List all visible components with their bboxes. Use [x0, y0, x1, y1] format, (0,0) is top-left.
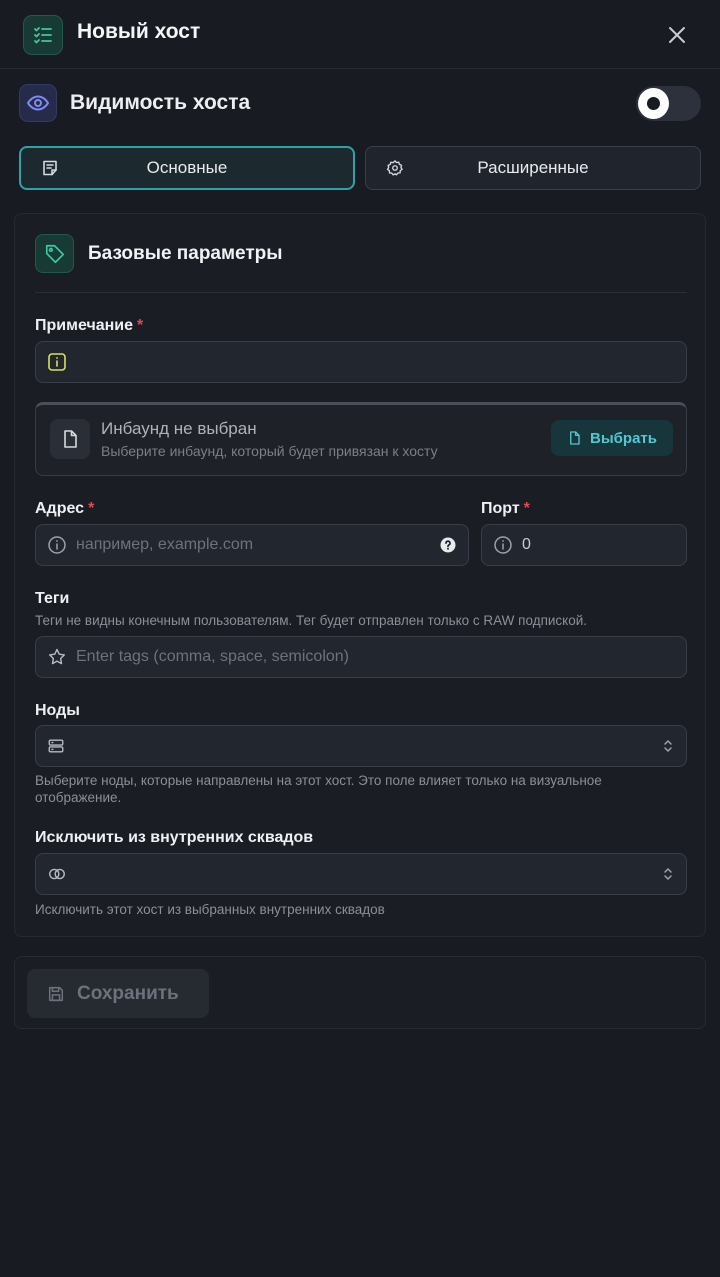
exclude-squads-hint: Исключить этот хост из выбранных внутрен… [35, 902, 385, 917]
toggle-knob [638, 88, 669, 119]
tags-placeholder: Enter tags (comma, space, semicolon) [76, 648, 349, 665]
help-icon[interactable] [440, 537, 456, 553]
address-label: Адрес * [35, 500, 95, 517]
nodes-label: Ноды [35, 702, 80, 719]
server-icon [47, 737, 65, 755]
modal-header: Новый хост [0, 0, 720, 69]
note-icon [41, 159, 59, 177]
tags-label: Теги [35, 590, 70, 607]
modal-title: Новый хост [77, 20, 201, 43]
remark-label: Примечание * [35, 317, 144, 334]
save-bar: Сохранить [14, 956, 706, 1029]
tags-input[interactable]: Enter tags (comma, space, semicolon) [35, 636, 687, 678]
info-circle-icon [47, 535, 67, 555]
required-mark: * [137, 317, 144, 334]
required-mark: * [523, 500, 530, 517]
select-inbound-label: Выбрать [590, 429, 657, 447]
floppy-icon [48, 986, 64, 1001]
star-icon [47, 647, 67, 667]
port-input[interactable]: 0 [481, 524, 687, 566]
card-title: Базовые параметры [88, 243, 283, 264]
nodes-select[interactable] [35, 725, 687, 767]
save-label: Сохранить [77, 982, 179, 1004]
exclude-squads-select[interactable] [35, 853, 687, 895]
select-inbound-button[interactable]: Выбрать [551, 420, 673, 456]
close-button[interactable] [662, 20, 692, 50]
port-label: Порт * [481, 500, 530, 517]
nodes-hint: Выберите ноды, которые направлены на это… [35, 773, 602, 805]
chevron-updown-icon [662, 866, 674, 882]
info-circle-icon [493, 535, 513, 555]
close-icon [669, 27, 685, 43]
file-icon [570, 431, 580, 445]
link-circles-icon [47, 866, 67, 882]
host-visibility-row: Видимость хоста [19, 83, 702, 123]
host-visibility-label: Видимость хоста [70, 91, 251, 114]
inbound-selector: Инбаунд не выбран Выберите инбаунд, кото… [35, 402, 687, 476]
tab-advanced-label: Расширенные [477, 158, 589, 177]
basic-params-card: Базовые параметры Примечание * Инбаунд не… [14, 213, 706, 937]
exclude-squads-label: Исключить из внутренних сквадов [35, 829, 314, 846]
inbound-status: Инбаунд не выбран [101, 419, 257, 438]
tab-basic-label: Основные [146, 158, 228, 177]
info-square-icon [47, 352, 67, 372]
host-visibility-toggle[interactable] [636, 86, 701, 121]
tab-advanced[interactable]: Расширенные [365, 146, 701, 190]
file-icon [50, 419, 90, 459]
eye-icon [19, 84, 57, 122]
address-input[interactable]: например, example.com [35, 524, 469, 566]
address-placeholder: например, example.com [76, 536, 254, 553]
port-value: 0 [522, 536, 531, 553]
tags-hint: Теги не видны конечным пользователям. Те… [35, 613, 588, 628]
checklist-icon [23, 15, 63, 55]
chevron-updown-icon [662, 738, 674, 754]
tag-icon [35, 234, 74, 273]
gear-icon [386, 159, 404, 177]
tab-basic[interactable]: Основные [19, 146, 355, 190]
required-mark: * [88, 500, 95, 517]
divider [35, 292, 687, 293]
inbound-hint: Выберите инбаунд, который будет привязан… [101, 443, 438, 459]
save-button[interactable]: Сохранить [27, 969, 209, 1018]
remark-input[interactable] [35, 341, 687, 383]
